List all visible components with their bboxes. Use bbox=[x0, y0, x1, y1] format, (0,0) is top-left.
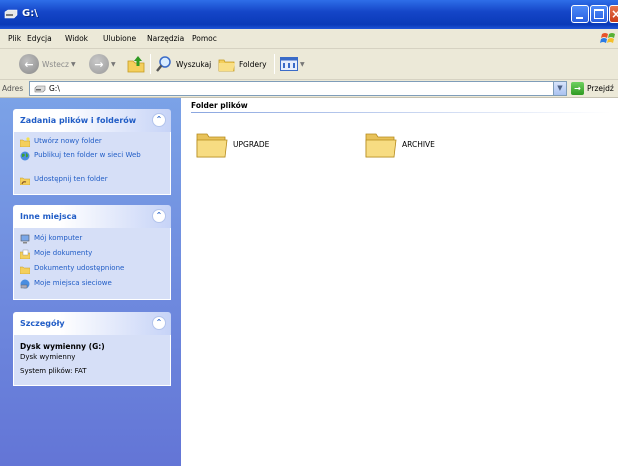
search-icon bbox=[156, 56, 171, 72]
task-new-folder[interactable]: Utwórz nowy folder bbox=[14, 136, 170, 150]
menu-tools[interactable]: Narzędzia bbox=[147, 34, 184, 43]
address-input[interactable]: G:\ ▼ bbox=[29, 81, 567, 96]
group-header: Folder plików bbox=[191, 101, 248, 110]
collapse-icon[interactable]: ⌃ bbox=[152, 113, 166, 127]
menu-favorites[interactable]: Ulubione bbox=[103, 34, 136, 43]
place-network[interactable]: Moje miejsca sieciowe bbox=[14, 278, 170, 293]
tasks-panel: Zadania plików i folderów ⌃ Utwórz nowy … bbox=[13, 109, 171, 195]
tasks-panel-title: Zadania plików i folderów bbox=[20, 116, 137, 125]
folder-icon bbox=[20, 266, 30, 274]
place-label: Moje miejsca sieciowe bbox=[34, 279, 112, 287]
place-label: Dokumenty udostępnione bbox=[34, 264, 125, 272]
details-panel-header[interactable]: Szczegóły ⌃ bbox=[13, 312, 171, 335]
go-arrow-icon[interactable]: → bbox=[571, 82, 584, 95]
details-panel-body: Dysk wymienny (G:) Dysk wymienny System … bbox=[13, 335, 171, 386]
drive-icon bbox=[34, 85, 46, 93]
back-arrow-icon: ← bbox=[19, 54, 39, 74]
places-panel-header[interactable]: Inne miejsca ⌃ bbox=[13, 205, 171, 228]
shared-folder-icon bbox=[20, 177, 30, 185]
address-value: G:\ bbox=[49, 84, 60, 93]
maximize-icon bbox=[594, 9, 604, 19]
back-dropdown-icon[interactable]: ▼ bbox=[71, 61, 76, 68]
folder-icon bbox=[196, 133, 228, 158]
forward-dropdown-icon[interactable]: ▼ bbox=[111, 61, 116, 68]
views-button[interactable]: ▼ bbox=[280, 49, 305, 79]
search-button[interactable]: Wyszukaj bbox=[155, 49, 211, 79]
folders-button[interactable]: Foldery bbox=[218, 49, 267, 79]
minimize-button[interactable] bbox=[571, 5, 589, 23]
search-label: Wyszukaj bbox=[176, 59, 212, 69]
content-pane[interactable]: Folder plików UPGRADE ARCHIVE bbox=[181, 98, 618, 466]
address-dropdown-icon[interactable]: ▼ bbox=[553, 82, 566, 95]
globe-icon bbox=[20, 151, 30, 161]
menu-help[interactable]: Pomoc bbox=[192, 34, 217, 43]
task-publish-web[interactable]: Publikuj ten folder w sieci Web bbox=[14, 150, 170, 174]
place-label: Moje dokumenty bbox=[34, 249, 93, 257]
close-button[interactable]: × bbox=[609, 5, 618, 23]
places-panel-title: Inne miejsca bbox=[20, 212, 77, 221]
tasks-panel-body: Utwórz nowy folder Publikuj ten folder w… bbox=[13, 132, 171, 195]
minimize-icon bbox=[576, 17, 583, 19]
details-panel-title: Szczegóły bbox=[20, 319, 65, 328]
task-label: Udostępnij ten folder bbox=[34, 175, 108, 183]
place-my-documents[interactable]: Moje dokumenty bbox=[14, 248, 170, 263]
drive-icon bbox=[4, 9, 18, 19]
windows-logo-icon bbox=[600, 33, 615, 43]
folder-item[interactable]: UPGRADE bbox=[195, 128, 335, 168]
up-folder-icon bbox=[127, 56, 145, 73]
folders-label: Foldery bbox=[239, 59, 267, 69]
task-pane: Zadania plików i folderów ⌃ Utwórz nowy … bbox=[0, 98, 181, 466]
places-panel: Inne miejsca ⌃ Mój komputer Moje dokumen… bbox=[13, 205, 171, 300]
group-divider bbox=[191, 112, 611, 113]
up-folder-button[interactable] bbox=[126, 49, 146, 79]
places-panel-body: Mój komputer Moje dokumenty Dokumenty ud… bbox=[13, 228, 171, 300]
back-label: Wstecz bbox=[42, 59, 69, 69]
go-button[interactable]: Przejdź bbox=[587, 84, 614, 93]
toolbar-separator bbox=[274, 54, 275, 74]
views-icon bbox=[280, 57, 298, 71]
toolbar: ← Wstecz ▼ → ▼ Wyszukaj Foldery ▼ bbox=[0, 49, 618, 80]
views-dropdown-icon[interactable]: ▼ bbox=[300, 61, 305, 68]
task-share-folder[interactable]: Udostępnij ten folder bbox=[14, 174, 170, 188]
place-label: Mój komputer bbox=[34, 234, 83, 242]
folder-name: UPGRADE bbox=[233, 140, 270, 149]
place-my-computer[interactable]: Mój komputer bbox=[14, 233, 170, 248]
forward-button[interactable]: → ▼ bbox=[89, 49, 116, 79]
menu-file[interactable]: Plik bbox=[8, 34, 21, 43]
folder-name: ARCHIVE bbox=[402, 140, 435, 149]
details-panel: Szczegóły ⌃ Dysk wymienny (G:) Dysk wymi… bbox=[13, 312, 171, 386]
drive-name: Dysk wymienny (G:) bbox=[20, 342, 105, 351]
task-label: Utwórz nowy folder bbox=[34, 137, 102, 145]
drive-type: Dysk wymienny bbox=[20, 353, 76, 361]
documents-folder-icon bbox=[20, 249, 30, 259]
new-folder-icon bbox=[20, 137, 30, 147]
drive-filesystem: System plików: FAT bbox=[20, 367, 87, 375]
menu-edit[interactable]: Edycja bbox=[27, 34, 52, 43]
network-icon bbox=[20, 279, 30, 289]
window-title: G:\ bbox=[22, 8, 38, 19]
place-shared-documents[interactable]: Dokumenty udostępnione bbox=[14, 263, 170, 278]
menu-bar: Plik Edycja Widok Ulubione Narzędzia Pom… bbox=[0, 29, 618, 49]
menu-view[interactable]: Widok bbox=[65, 34, 88, 43]
tasks-panel-header[interactable]: Zadania plików i folderów ⌃ bbox=[13, 109, 171, 132]
title-bar[interactable]: G:\ × bbox=[0, 0, 618, 29]
close-icon: × bbox=[611, 7, 618, 21]
folder-item[interactable]: ARCHIVE bbox=[364, 128, 504, 168]
address-label: Adres bbox=[2, 84, 24, 93]
collapse-icon[interactable]: ⌃ bbox=[152, 316, 166, 330]
address-bar: Adres G:\ ▼ → Przejdź bbox=[0, 80, 618, 98]
collapse-icon[interactable]: ⌃ bbox=[152, 209, 166, 223]
maximize-button[interactable] bbox=[590, 5, 608, 23]
computer-icon bbox=[20, 234, 30, 244]
folders-icon bbox=[218, 59, 235, 72]
task-label: Publikuj ten folder w sieci Web bbox=[34, 151, 141, 159]
back-button[interactable]: ← Wstecz ▼ bbox=[19, 49, 76, 79]
forward-arrow-icon: → bbox=[89, 54, 109, 74]
folder-icon bbox=[365, 133, 397, 158]
toolbar-separator bbox=[150, 54, 151, 74]
